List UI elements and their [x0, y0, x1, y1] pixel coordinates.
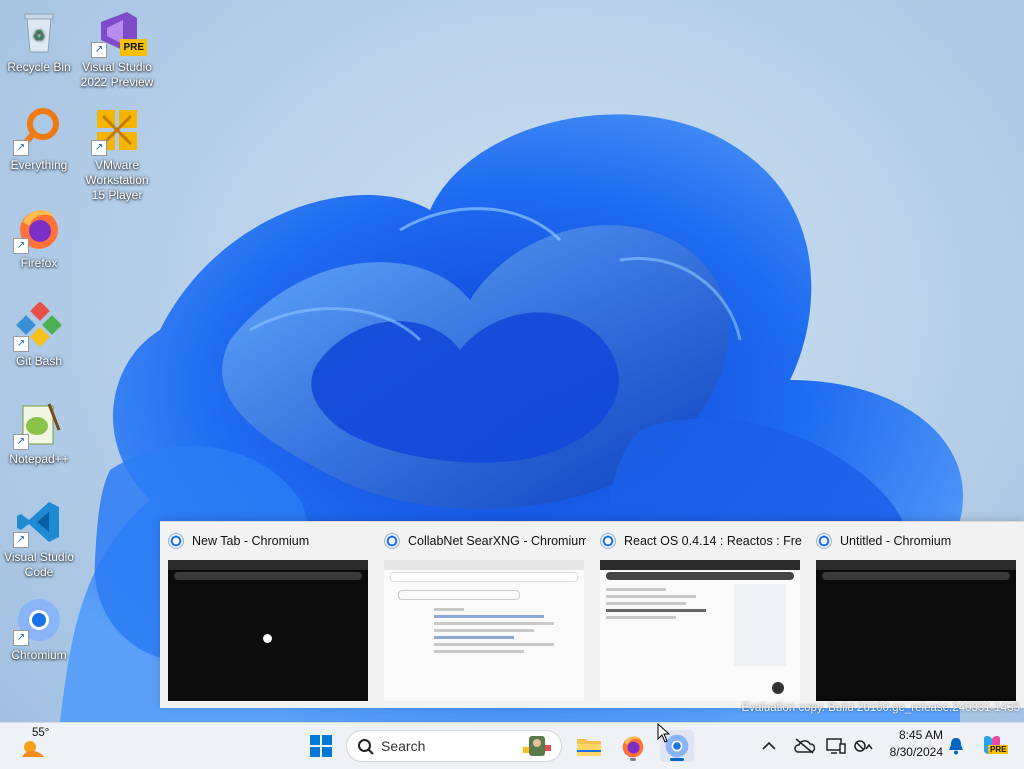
preview-badge: PRE: [120, 39, 147, 56]
notifications-button[interactable]: [944, 730, 968, 762]
window-preview: [600, 560, 800, 701]
weather-icon: [22, 741, 44, 757]
shortcut-arrow-icon: ↗: [13, 434, 29, 450]
window-thumbnail[interactable]: React OS 0.4.14 : Reactos : Free ...: [592, 522, 808, 708]
cloud-offline-icon: [794, 738, 815, 754]
desktop-icon-chromium[interactable]: ↗ Chromium: [0, 596, 78, 663]
running-indicator: [670, 758, 684, 761]
search-placeholder: Search: [381, 738, 426, 754]
start-button[interactable]: [304, 730, 338, 762]
visual-studio-icon: ↗ PRE: [91, 8, 147, 58]
desktop-icon-recycle-bin[interactable]: ♻ Recycle Bin: [0, 8, 78, 75]
taskbar-thumbnail-strip: New Tab - Chromium CollabNet SearXNG - C…: [160, 521, 1024, 708]
shortcut-arrow-icon: ↗: [13, 630, 29, 646]
shortcut-arrow-icon: ↗: [13, 140, 29, 156]
clock-time: 8:45 AM: [898, 728, 943, 742]
onedrive-tray-button[interactable]: [790, 730, 818, 762]
network-disconnected-icon: [854, 740, 873, 752]
desktop-icon-label: Git Bash: [15, 354, 63, 368]
copilot-button[interactable]: PRE: [976, 730, 1009, 762]
search-icon: [358, 739, 374, 755]
taskbar-search-box[interactable]: Search: [346, 730, 562, 762]
window-preview: [816, 560, 1016, 701]
window-thumbnail[interactable]: New Tab - Chromium: [160, 522, 376, 708]
desktop-icon-notepad-plus-plus[interactable]: ↗ Notepad++: [0, 400, 78, 467]
chromium-icon: [384, 533, 400, 549]
display-tray-button[interactable]: [822, 730, 850, 762]
chromium-icon: [600, 533, 616, 549]
window-preview: [384, 560, 584, 701]
svg-text:♻: ♻: [33, 28, 46, 44]
window-thumbnail-title: New Tab - Chromium: [192, 534, 310, 548]
desktop-icon-visual-studio[interactable]: ↗ PRE Visual Studio 2022 Preview: [78, 8, 156, 90]
desktop-icon-label: VMware Workstation 15 Player: [85, 158, 149, 202]
window-preview: [168, 560, 368, 701]
git-bash-icon: ↗: [13, 301, 63, 352]
recycle-bin-icon: ♻: [15, 8, 63, 56]
copilot-preview-badge: PRE: [988, 745, 1009, 754]
desktop-icon-vscode[interactable]: ↗ Visual Studio Code: [0, 498, 78, 580]
clock-date: 8/30/2024: [889, 745, 943, 759]
vmware-icon: ↗: [91, 106, 141, 156]
window-thumbnail-title: Untitled - Chromium: [840, 534, 952, 548]
chromium-icon: ↗: [13, 596, 63, 646]
desktop-icon-everything[interactable]: ↗ Everything: [0, 106, 78, 173]
weather-temperature: 55°: [32, 727, 50, 739]
firefox-icon: [622, 736, 644, 758]
network-volume-tray-button[interactable]: [850, 730, 876, 762]
shortcut-arrow-icon: ↗: [91, 140, 107, 156]
system-clock[interactable]: 8:45 AM 8/30/2024: [881, 727, 943, 761]
running-indicator: [630, 758, 636, 761]
vscode-icon: ↗: [13, 498, 63, 548]
desktop-icon-firefox[interactable]: ↗ Firefox: [0, 204, 78, 271]
folder-icon: [577, 739, 601, 756]
windows-logo-icon: [310, 735, 332, 757]
desktop-icon-label: Notepad++: [9, 452, 69, 466]
weather-widget[interactable]: 55°: [18, 727, 62, 759]
evaluation-watermark: Evaluation copy. Build 26100.ge_release.…: [741, 702, 1020, 714]
chevron-up-icon: [762, 741, 776, 750]
desktop-icon-label: Chromium: [11, 648, 67, 662]
firefox-taskbar-button[interactable]: [616, 730, 650, 762]
everything-icon: ↗: [13, 106, 63, 156]
window-thumbnail-title: React OS 0.4.14 : Reactos : Free ...: [624, 534, 802, 548]
shortcut-arrow-icon: ↗: [13, 238, 29, 254]
search-highlight-icon: [523, 736, 551, 756]
notepad-plus-plus-icon: ↗: [13, 400, 63, 450]
desktop-icon-label: Everything: [10, 158, 68, 172]
firefox-icon: ↗: [13, 204, 63, 254]
show-hidden-icons-button[interactable]: [756, 730, 782, 762]
chromium-icon: [816, 533, 832, 549]
shortcut-arrow-icon: ↗: [91, 42, 107, 58]
window-thumbnail-title: CollabNet SearXNG - Chromium: [408, 534, 586, 548]
mouse-cursor-icon: [657, 723, 671, 743]
taskbar: 55° Search 8:45 AM 8/30/2024 PRE: [0, 722, 1024, 769]
file-explorer-button[interactable]: [572, 730, 606, 762]
window-thumbnail[interactable]: CollabNet SearXNG - Chromium: [376, 522, 592, 708]
desktop-icon-vmware[interactable]: ↗ VMware Workstation 15 Player: [78, 106, 156, 203]
desktop-icon-label: Recycle Bin: [7, 60, 71, 74]
chromium-icon: [168, 533, 184, 549]
desktop-icon-label: Firefox: [20, 256, 58, 270]
bell-icon: [949, 738, 963, 755]
desktop-icon-git-bash[interactable]: ↗ Git Bash: [0, 301, 78, 369]
desktop-icon-label: Visual Studio Code: [4, 550, 74, 579]
window-thumbnail[interactable]: Untitled - Chromium: [808, 522, 1024, 708]
shortcut-arrow-icon: ↗: [13, 532, 29, 548]
shortcut-arrow-icon: ↗: [13, 336, 29, 352]
monitor-icon: [826, 738, 846, 754]
desktop-icon-label: Visual Studio 2022 Preview: [80, 60, 154, 89]
